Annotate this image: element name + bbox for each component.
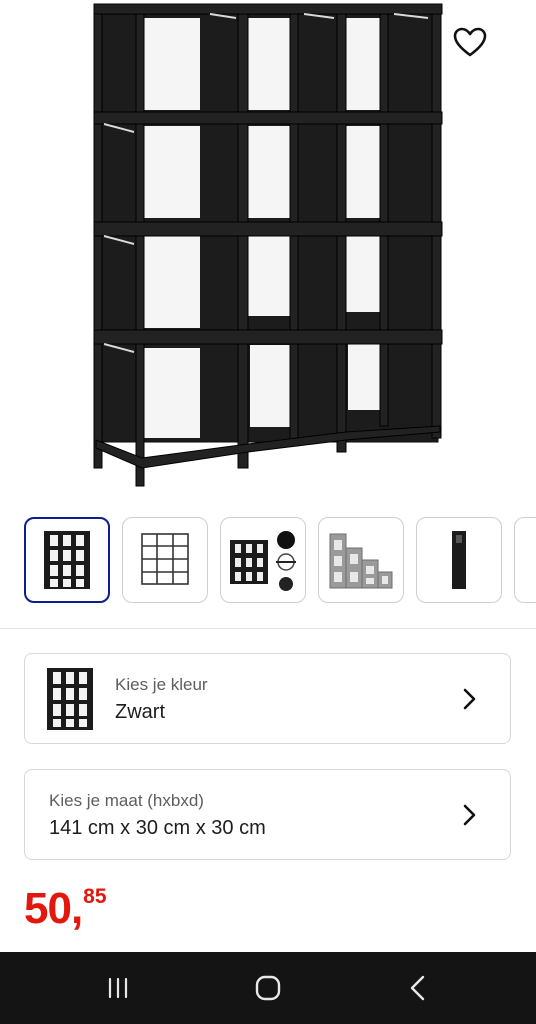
home-icon xyxy=(255,975,281,1001)
size-value: 141 cm x 30 cm x 30 cm xyxy=(49,817,266,839)
thumbnail-5[interactable] xyxy=(416,517,502,603)
shelf-thumbnail-icon xyxy=(47,668,93,730)
thumbnail-1[interactable] xyxy=(24,517,110,603)
home-button[interactable] xyxy=(248,970,288,1006)
shelf-parts-icon xyxy=(230,531,296,591)
thumbnail-2[interactable] xyxy=(122,517,208,603)
recent-apps-button[interactable] xyxy=(98,970,138,1006)
recent-apps-icon xyxy=(108,977,128,999)
thumbnail-4[interactable] xyxy=(318,517,404,603)
section-divider xyxy=(0,628,536,629)
chevron-right-icon xyxy=(463,688,476,710)
heart-outline-icon xyxy=(453,27,487,57)
color-label: Kies je kleur xyxy=(115,675,208,694)
color-selector[interactable]: Kies je kleur Zwart xyxy=(24,653,511,744)
thumbnail-strip xyxy=(0,517,536,605)
color-value: Zwart xyxy=(115,701,165,723)
back-button[interactable] xyxy=(398,970,438,1006)
size-label: Kies je maat (hxbxd) xyxy=(49,791,204,810)
cube-shelf-illustration xyxy=(93,3,443,487)
thumbnail-6[interactable] xyxy=(514,517,536,603)
back-icon xyxy=(410,975,425,1001)
shelf-outline-icon xyxy=(141,533,189,585)
size-selector[interactable]: Kies je maat (hxbxd) 141 cm x 30 cm x 30… xyxy=(24,769,511,860)
thumbnail-3[interactable] xyxy=(220,517,306,603)
shelf-thumbnail-icon xyxy=(44,531,90,589)
shelf-stair-icon xyxy=(329,533,393,589)
price-cents: 85 xyxy=(83,885,107,908)
favorite-button[interactable] xyxy=(448,20,492,64)
system-navigation-bar xyxy=(0,952,536,1024)
price: 50,85 xyxy=(24,884,107,934)
shelf-column-icon xyxy=(452,531,466,589)
chevron-right-icon xyxy=(463,804,476,826)
product-main-image[interactable] xyxy=(0,0,536,500)
price-whole: 50, xyxy=(24,884,83,933)
